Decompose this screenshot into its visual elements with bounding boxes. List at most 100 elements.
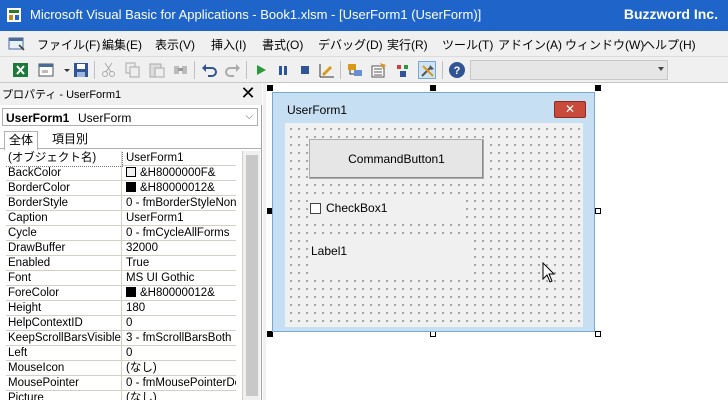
- menu-edit[interactable]: 編集(E): [102, 36, 142, 53]
- toolbar-separator: [94, 61, 95, 79]
- property-value[interactable]: 0: [124, 346, 236, 361]
- project-explorer-icon[interactable]: [346, 61, 364, 79]
- copy-icon[interactable]: [124, 61, 142, 79]
- userform-client-area[interactable]: CommandButton1 CheckBox1 Label1: [285, 123, 583, 327]
- property-row[interactable]: Font MS UI Gothic: [6, 271, 236, 286]
- property-value[interactable]: (なし): [124, 361, 236, 376]
- property-row[interactable]: MousePointer 0 - fmMousePointerDefault: [6, 376, 236, 391]
- property-value[interactable]: 3 - fmScrollBarsBoth: [124, 331, 236, 346]
- insert-dropdown-icon[interactable]: [58, 61, 70, 79]
- property-name: Enabled: [6, 256, 122, 271]
- properties-window-icon[interactable]: [370, 61, 388, 79]
- checkbox-box[interactable]: [310, 203, 321, 214]
- property-value[interactable]: &H8000000F&: [124, 166, 236, 181]
- chevron-down-icon[interactable]: ⌵: [245, 111, 253, 122]
- save-icon[interactable]: [72, 61, 90, 79]
- tab-alphabetic[interactable]: 全体: [4, 131, 39, 150]
- property-value-text: 0 - fmBorderStyleNone: [126, 197, 236, 209]
- property-value-text: 32000: [126, 242, 158, 254]
- scrollbar-thumb[interactable]: [246, 155, 258, 396]
- insert-userform-icon[interactable]: [38, 61, 56, 79]
- checkbox-1[interactable]: CheckBox1: [309, 199, 464, 219]
- property-value[interactable]: UserForm1: [124, 151, 236, 166]
- menu-addins[interactable]: アドイン(A): [498, 36, 562, 53]
- property-value[interactable]: 0 - fmMousePointerDefault: [124, 376, 236, 391]
- paste-icon[interactable]: [148, 61, 166, 79]
- menu-debug[interactable]: デバッグ(D): [318, 36, 383, 53]
- property-value-text: &H80000012&: [140, 182, 215, 194]
- property-value[interactable]: 0: [124, 316, 236, 331]
- menu-insert[interactable]: 挿入(I): [211, 36, 246, 53]
- svg-text:?: ?: [454, 65, 461, 77]
- command-button-1[interactable]: CommandButton1: [309, 139, 484, 179]
- property-value[interactable]: &H80000012&: [124, 286, 236, 301]
- menu-view[interactable]: 表示(V): [155, 36, 195, 53]
- menu-file[interactable]: ファイル(F): [37, 36, 100, 53]
- property-row[interactable]: Picture (なし): [6, 391, 236, 400]
- window-title: Microsoft Visual Basic for Applications …: [30, 7, 482, 22]
- cut-icon[interactable]: [100, 61, 118, 79]
- property-value[interactable]: 0 - fmBorderStyleNone: [124, 196, 236, 211]
- menu-window[interactable]: ウィンドウ(W): [565, 36, 644, 53]
- find-icon[interactable]: [172, 61, 190, 79]
- object-selector[interactable]: UserForm1 UserForm ⌵: [2, 108, 258, 126]
- property-row[interactable]: (オブジェクト名) UserForm1: [6, 151, 236, 167]
- color-swatch: [126, 287, 136, 297]
- toolbar-separator: [340, 61, 341, 79]
- userform-close-button[interactable]: ✕: [554, 101, 586, 118]
- property-row[interactable]: Caption UserForm1: [6, 211, 236, 226]
- menu-format[interactable]: 書式(O): [262, 36, 303, 53]
- property-row[interactable]: Enabled True: [6, 256, 236, 271]
- menu-tools[interactable]: ツール(T): [442, 36, 493, 53]
- property-name: BorderStyle: [6, 196, 122, 211]
- property-value[interactable]: (なし): [124, 391, 236, 400]
- property-value[interactable]: MS UI Gothic: [124, 271, 236, 286]
- property-row[interactable]: KeepScrollBarsVisible 3 - fmScrollBarsBot…: [6, 331, 236, 346]
- property-value[interactable]: UserForm1: [124, 211, 236, 226]
- property-row[interactable]: HelpContextID 0: [6, 316, 236, 331]
- mouse-cursor-icon: [542, 262, 556, 283]
- properties-scrollbar[interactable]: [242, 151, 260, 400]
- excel-view-icon[interactable]: [12, 61, 30, 79]
- help-icon[interactable]: ?: [448, 61, 466, 79]
- resize-handle[interactable]: [595, 208, 601, 214]
- property-row[interactable]: BackColor &H8000000F&: [6, 166, 236, 181]
- menu-run[interactable]: 実行(R): [387, 36, 428, 53]
- close-icon[interactable]: ✕: [238, 84, 258, 104]
- userform-menu-icon[interactable]: [8, 36, 26, 52]
- property-row[interactable]: BorderColor &H80000012&: [6, 181, 236, 196]
- property-name: KeepScrollBarsVisible: [8, 331, 122, 346]
- combo-dropdown-icon[interactable]: [658, 67, 664, 71]
- property-row[interactable]: DrawBuffer 32000: [6, 241, 236, 256]
- reset-icon[interactable]: [296, 61, 314, 79]
- label-1[interactable]: Label1: [309, 239, 473, 277]
- line-column-combo[interactable]: [470, 60, 668, 80]
- object-browser-icon[interactable]: [394, 61, 412, 79]
- property-name: Cycle: [6, 226, 122, 241]
- property-row[interactable]: BorderStyle 0 - fmBorderStyleNone: [6, 196, 236, 211]
- tab-categorized[interactable]: 項目別: [48, 131, 92, 149]
- property-name: HelpContextID: [6, 316, 122, 331]
- property-value[interactable]: 180: [124, 301, 236, 316]
- property-row[interactable]: Cycle 0 - fmCycleAllForms: [6, 226, 236, 241]
- resize-handle[interactable]: [595, 331, 601, 337]
- design-mode-icon[interactable]: [318, 61, 336, 79]
- redo-icon[interactable]: [224, 61, 242, 79]
- property-row[interactable]: Left 0: [6, 346, 236, 361]
- property-value[interactable]: 32000: [124, 241, 236, 256]
- property-name: ForeColor: [6, 286, 122, 301]
- property-row[interactable]: MouseIcon (なし): [6, 361, 236, 376]
- property-value[interactable]: 0 - fmCycleAllForms: [124, 226, 236, 241]
- break-icon[interactable]: [274, 61, 292, 79]
- userform-window[interactable]: UserForm1 ✕ CommandButton1 CheckBox1 Lab…: [272, 92, 595, 332]
- property-value[interactable]: &H80000012&: [124, 181, 236, 196]
- toolbox-icon[interactable]: [418, 61, 436, 79]
- property-row[interactable]: Height 180: [6, 301, 236, 316]
- property-value[interactable]: True: [124, 256, 236, 271]
- menu-help[interactable]: ヘルプ(H): [643, 36, 696, 53]
- property-name: DrawBuffer: [6, 241, 122, 256]
- object-type: UserForm: [78, 111, 132, 125]
- run-icon[interactable]: [252, 61, 270, 79]
- undo-icon[interactable]: [200, 61, 218, 79]
- property-row[interactable]: ForeColor &H80000012&: [6, 286, 236, 301]
